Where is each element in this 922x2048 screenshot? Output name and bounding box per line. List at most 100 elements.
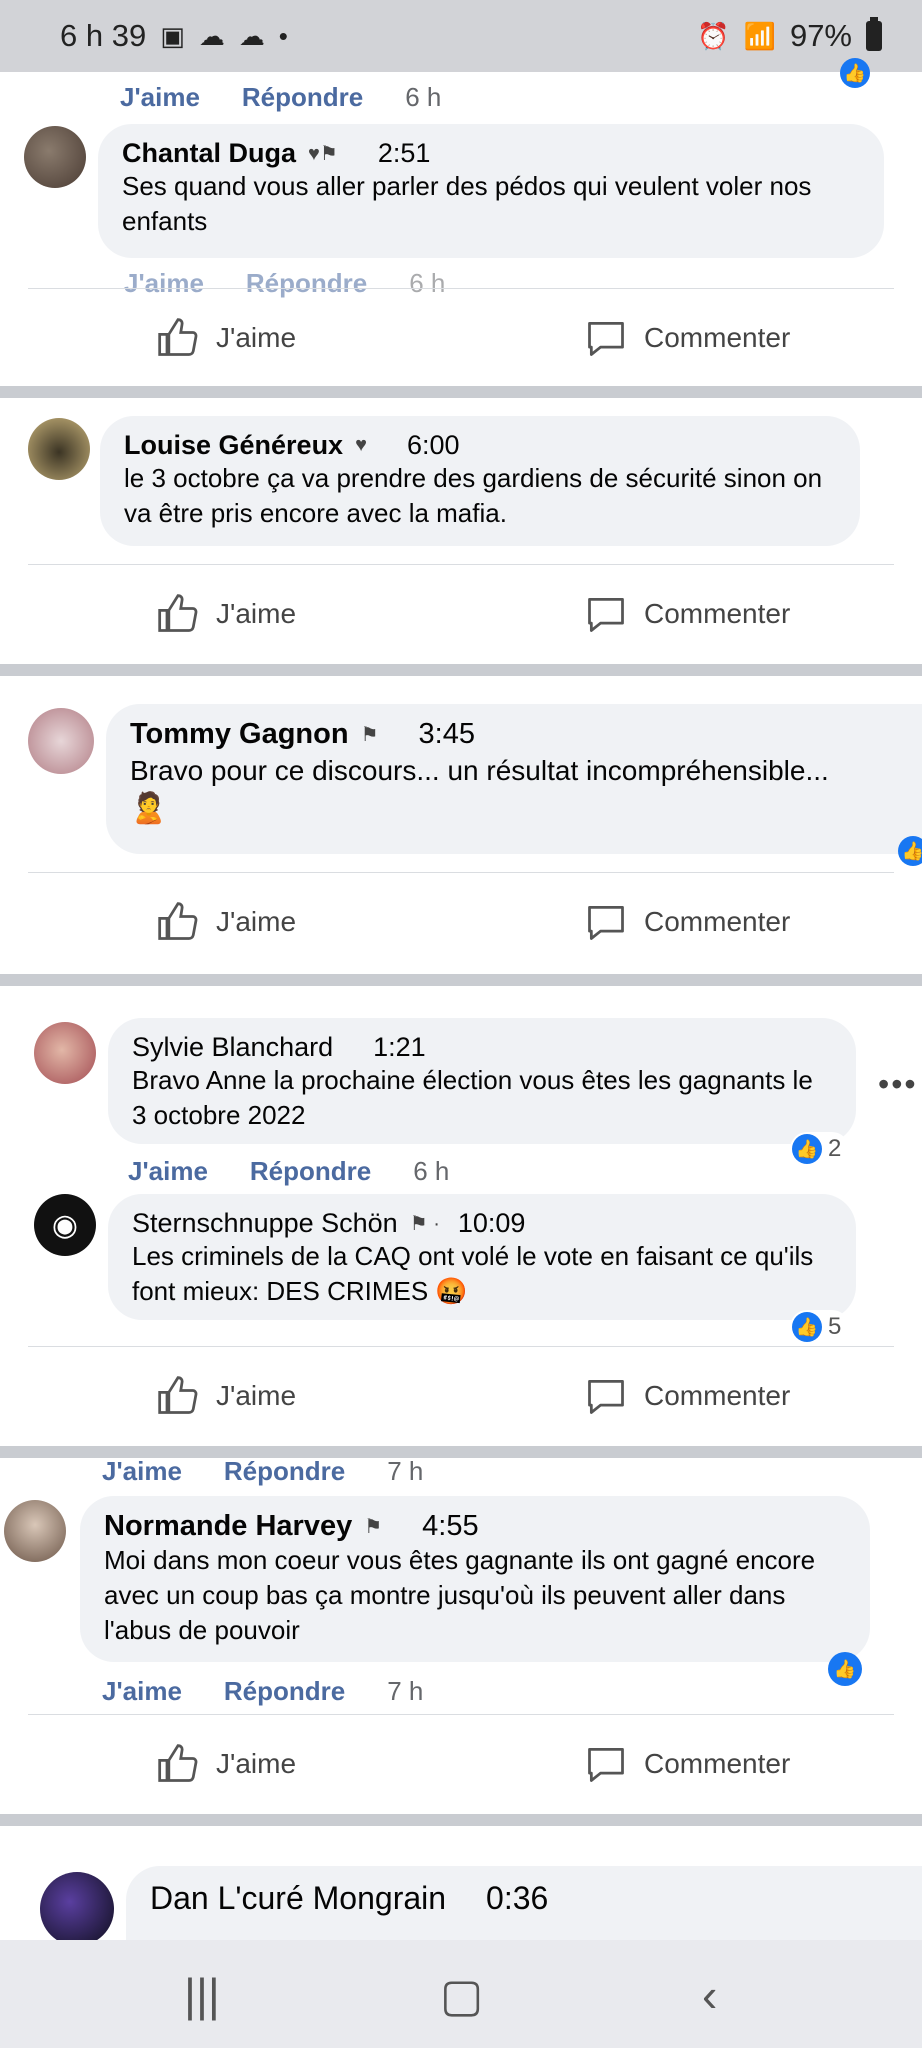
commenter-name[interactable]: Normande Harvey [104, 1510, 352, 1543]
reply-link[interactable]: Répondre [224, 1676, 345, 1707]
post-like-label: J'aime [216, 322, 297, 353]
post-actions: J'aime Commenter [0, 1356, 922, 1436]
comment-bubble: Tommy Gagnon ⚑ 3:45 Bravo pour ce discou… [106, 704, 922, 854]
avatar[interactable] [28, 708, 94, 774]
battery-level: 97% [789, 18, 852, 53]
home-icon[interactable]: ▢ [440, 1968, 483, 2022]
gallery-icon: ▣ [160, 20, 185, 51]
like-reaction-icon: 👍 [840, 58, 870, 88]
post-comment-label: Commenter [644, 1380, 791, 1411]
back-icon[interactable]: ‹ [702, 1968, 717, 2022]
comment-actions: J'aime Répondre 7 h [102, 1676, 423, 1707]
comment-actions: J'aime Répondre 6 h [120, 82, 441, 113]
reply-link[interactable]: Répondre [250, 1156, 371, 1187]
battery-icon [866, 17, 882, 51]
comment-header: Chantal Duga ♥⚑ 2:51 [122, 138, 860, 169]
comment-time: 10:09 [457, 1208, 526, 1238]
like-link[interactable]: J'aime [120, 82, 200, 113]
recent-apps-icon[interactable]: ||| [184, 1968, 220, 2022]
like-reaction-icon: 👍 [898, 836, 922, 866]
comment-icon [588, 905, 624, 940]
thumbs-up-icon [158, 318, 198, 356]
post-like-label: J'aime [216, 1748, 297, 1779]
post-actions: J'aime Commenter [0, 574, 922, 654]
reaction-count[interactable]: 👍 5 [790, 1310, 850, 1344]
commenter-name[interactable]: Dan L'curé Mongrain [150, 1880, 446, 1917]
flag-badge-icon: ⚑ [364, 1516, 383, 1538]
thumbs-up-icon [158, 902, 198, 940]
cloud-icon: ☁ [198, 20, 225, 51]
post-comment-button[interactable]: Commenter [584, 316, 790, 360]
comment-bubble: Dan L'curé Mongrain 0:36 [126, 1866, 922, 1940]
like-link[interactable]: J'aime [102, 1456, 182, 1487]
comment-icon [588, 1747, 624, 1782]
comment-text: Ses quand vous aller parler des pédos qu… [122, 171, 812, 236]
post-comment-button[interactable]: Commenter [584, 900, 790, 944]
post-comment-label: Commenter [644, 906, 791, 937]
logo-icon: ◉ [51, 1208, 79, 1242]
avatar[interactable] [34, 1022, 96, 1084]
reply-link[interactable]: Répondre [246, 268, 367, 299]
like-link[interactable]: J'aime [124, 268, 204, 299]
post-like-label: J'aime [216, 598, 297, 629]
commenter-name[interactable]: Louise Généreux [124, 430, 343, 461]
thumbs-up-icon [158, 594, 198, 632]
comment-age: 6 h [405, 82, 442, 112]
post-like-button[interactable]: J'aime [156, 1374, 296, 1418]
post-like-button[interactable]: J'aime [156, 592, 296, 636]
thumbs-up-icon [158, 1744, 198, 1782]
post-actions: J'aime Commenter [0, 1724, 922, 1804]
post-like-button[interactable]: J'aime [156, 1742, 296, 1786]
avatar[interactable] [28, 418, 90, 480]
avatar[interactable] [40, 1872, 114, 1946]
comment-actions: J'aime Répondre 6 h [128, 1156, 449, 1187]
more-options-icon[interactable]: ••• [878, 1066, 918, 1103]
comment-bubble: Sternschnuppe Schön ⚑ · 10:09 Les crimin… [108, 1194, 856, 1320]
post-comment-button[interactable]: Commenter [584, 592, 790, 636]
comment-bubble: Chantal Duga ♥⚑ 2:51 Ses quand vous alle… [98, 124, 884, 258]
comment-age: 7 h [387, 1456, 424, 1486]
dot-icon: • [278, 20, 288, 51]
post-like-label: J'aime [216, 906, 297, 937]
post-actions: J'aime Commenter [0, 298, 922, 378]
post-like-button[interactable]: J'aime [156, 900, 296, 944]
heart-badge-icon: ♥⚑ [308, 143, 338, 165]
commenter-name[interactable]: Chantal Duga [122, 138, 296, 169]
post-comment-label: Commenter [644, 598, 791, 629]
comment-actions-cut: J'aime Répondre 6 h [124, 268, 445, 299]
reply-link[interactable]: Répondre [224, 1456, 345, 1487]
post-comment-button[interactable]: Commenter [584, 1374, 790, 1418]
like-link[interactable]: J'aime [102, 1676, 182, 1707]
comment-time: 3:45 [418, 718, 475, 750]
thumbs-up-icon [158, 1376, 198, 1414]
status-bar: 6 h 39 ▣ ☁ ☁ • ⏰ 📶 97% [0, 0, 922, 72]
avatar[interactable] [4, 1500, 66, 1562]
emoji: 🙎 [130, 792, 168, 825]
commenter-name[interactable]: Sternschnuppe Schön [132, 1208, 398, 1239]
reaction-count[interactable]: 👍 2 [790, 1132, 850, 1166]
reaction-number: 2 [828, 1135, 842, 1162]
avatar[interactable]: ◉ [34, 1194, 96, 1256]
comment-icon [588, 597, 624, 632]
clock: 6 h 39 [60, 18, 147, 53]
comment-time: 6:00 [406, 430, 460, 460]
comment-text: Bravo Anne la prochaine élection vous êt… [132, 1065, 813, 1130]
commenter-name[interactable]: Sylvie Blanchard [132, 1032, 333, 1063]
like-reaction-icon: 👍 [828, 1652, 862, 1686]
commenter-name[interactable]: Tommy Gagnon [130, 718, 349, 751]
post-comment-label: Commenter [644, 1748, 791, 1779]
reply-link[interactable]: Répondre [242, 82, 363, 113]
comment-text: Bravo pour ce discours... un résultat in… [130, 755, 829, 786]
like-link[interactable]: J'aime [128, 1156, 208, 1187]
comment-text: le 3 octobre ça va prendre des gardiens … [124, 463, 823, 528]
post-comment-button[interactable]: Commenter [584, 1742, 790, 1786]
avatar[interactable] [24, 126, 86, 188]
comment-age: 6 h [409, 268, 446, 298]
comment-bubble: Sylvie Blanchard 1:21 Bravo Anne la proc… [108, 1018, 856, 1144]
reaction-number: 5 [828, 1313, 842, 1340]
post-like-button[interactable]: J'aime [156, 316, 296, 360]
comment-age: 7 h [387, 1676, 424, 1706]
comment-bubble: Louise Généreux ♥ 6:00 le 3 octobre ça v… [100, 416, 860, 546]
comment-icon [588, 1379, 624, 1414]
comment-time: 4:55 [422, 1510, 479, 1542]
